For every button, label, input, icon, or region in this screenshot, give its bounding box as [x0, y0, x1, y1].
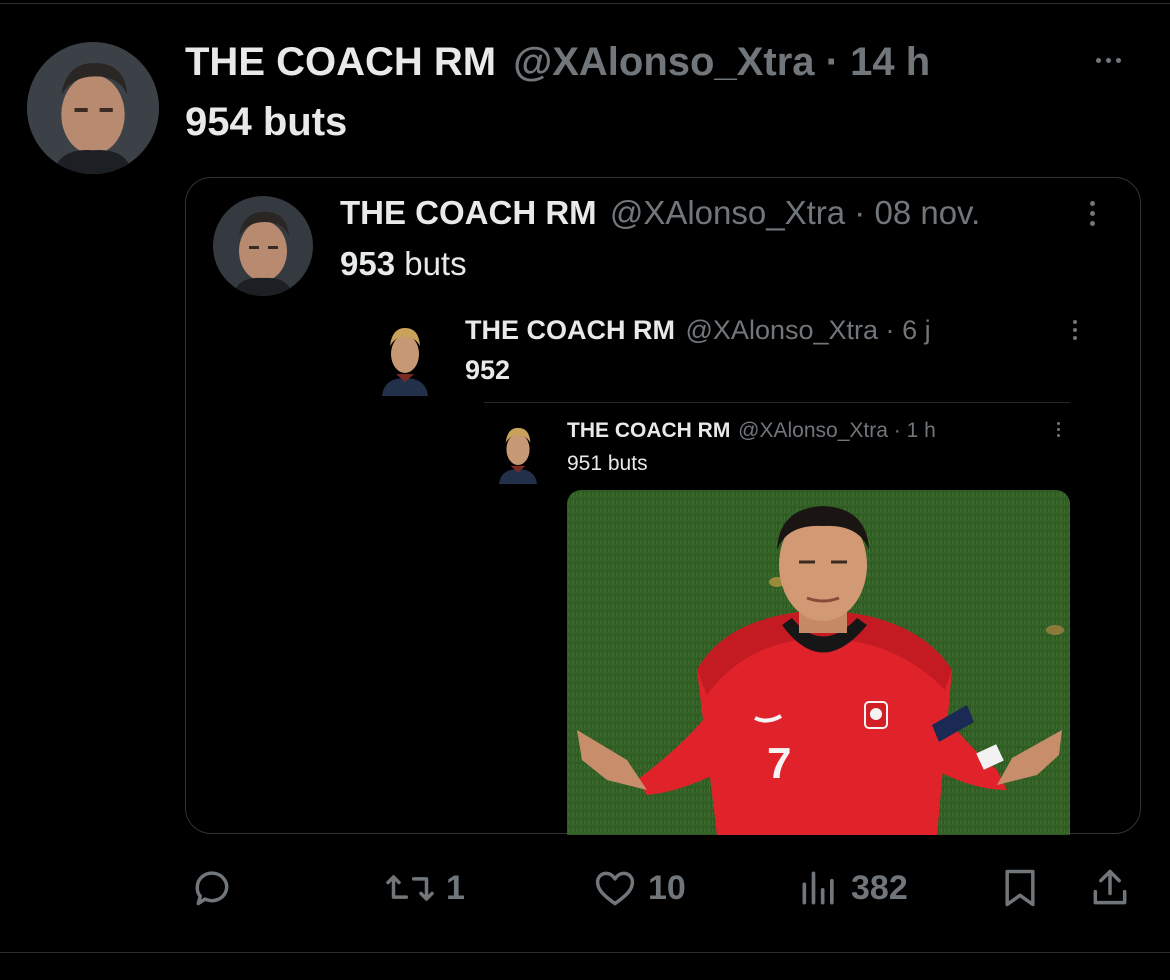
goal-word: buts [395, 245, 467, 282]
divider [484, 402, 1070, 403]
nested-avatar[interactable] [374, 316, 436, 396]
like-count: 10 [648, 868, 686, 907]
avatar-photo [492, 418, 544, 484]
tweet-header: THE COACH RM @XAlonso_Xtra · 14 h [185, 40, 930, 85]
avatar-photo [213, 196, 313, 296]
more-icon[interactable] [1057, 422, 1060, 437]
reply-icon [195, 871, 229, 906]
separator: · [825, 40, 839, 84]
reply-button[interactable] [190, 866, 244, 910]
quote-avatar[interactable] [213, 196, 313, 296]
share-button[interactable] [1088, 866, 1132, 910]
handle[interactable]: @XAlonso_Xtra [610, 194, 845, 231]
media-image[interactable]: 7 [567, 490, 1070, 835]
display-name[interactable]: THE COACH RM [567, 419, 730, 442]
top-divider [0, 3, 1170, 4]
share-icon [1093, 869, 1127, 905]
player-photo: 7 [567, 490, 1070, 835]
nested-avatar[interactable] [492, 418, 544, 484]
avatar[interactable] [27, 42, 159, 174]
like-button[interactable]: 10 [592, 866, 686, 910]
views-icon [802, 871, 834, 905]
separator: · [893, 419, 901, 442]
bottom-divider [0, 952, 1170, 953]
views-count: 382 [851, 868, 908, 907]
nested1-header: THE COACH RM @XAlonso_Xtra · 6 j [465, 315, 931, 346]
display-name[interactable]: THE COACH RM [340, 194, 597, 231]
like-icon [595, 871, 635, 906]
retweet-button[interactable]: 1 [384, 866, 465, 910]
more-icon[interactable] [1096, 58, 1121, 63]
handle[interactable]: @XAlonso_Xtra [513, 40, 814, 84]
nested1-text: 952 [465, 355, 511, 385]
timestamp[interactable]: 1 h [907, 419, 936, 442]
timestamp[interactable]: 08 nov. [874, 194, 980, 231]
retweet-count: 1 [446, 868, 465, 907]
tweet-text: 954 buts [185, 100, 348, 144]
display-name[interactable]: THE COACH RM [465, 315, 675, 345]
quote-header: THE COACH RM @XAlonso_Xtra · 08 nov. [340, 194, 980, 232]
retweet-icon [386, 875, 434, 901]
handle[interactable]: @XAlonso_Xtra [686, 315, 879, 345]
nested2-text: 951 buts [567, 452, 648, 475]
goal-count: 953 [340, 245, 396, 282]
separator: · [885, 315, 895, 345]
avatar-photo [27, 42, 159, 174]
nested2-header: THE COACH RM @XAlonso_Xtra · 1 h [567, 419, 936, 443]
display-name[interactable]: THE COACH RM [185, 40, 496, 84]
handle[interactable]: @XAlonso_Xtra [738, 419, 888, 442]
quote-text: 953 buts [340, 245, 467, 283]
jersey-number: 7 [767, 739, 791, 788]
more-icon[interactable] [1073, 320, 1077, 340]
bookmark-icon [1005, 869, 1035, 907]
timestamp[interactable]: 14 h [850, 40, 930, 84]
avatar-photo [374, 316, 436, 396]
separator: · [854, 194, 866, 231]
action-bar: 1 10 382 [0, 860, 1170, 920]
timestamp[interactable]: 6 j [902, 315, 931, 345]
more-icon[interactable] [1090, 201, 1095, 226]
bookmark-button[interactable] [998, 866, 1042, 910]
views-button[interactable]: 382 [797, 866, 908, 910]
